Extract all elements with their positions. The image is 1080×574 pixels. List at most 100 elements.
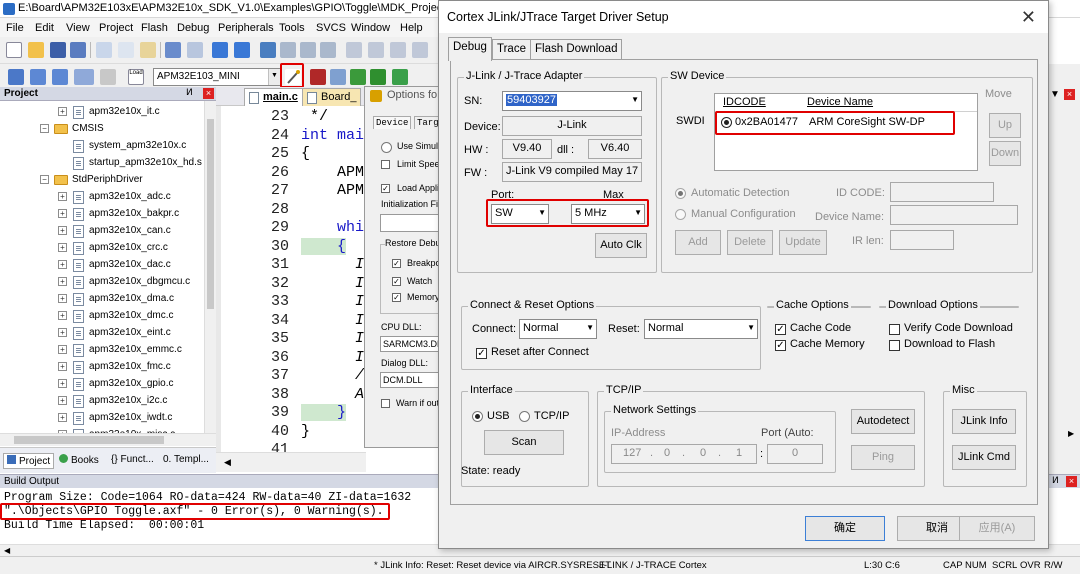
sn-select[interactable]: 59403927 ▼ [502,91,642,111]
expand-icon[interactable]: + [58,192,67,201]
device-name-field[interactable] [890,205,1018,225]
expand-icon[interactable]: + [58,396,67,405]
autodetect-button[interactable]: Autodetect [851,409,915,434]
pin-icon[interactable]: ⵍ [1052,475,1059,486]
batch-build-icon[interactable] [74,69,94,85]
connect-select[interactable]: Normal ▼ [519,319,597,339]
breakpoints-checkbox[interactable]: ✓ [392,259,401,268]
close-icon[interactable]: × [1064,89,1075,100]
collapse-icon[interactable]: − [40,124,49,133]
expand-icon[interactable]: + [58,311,67,320]
expand-icon[interactable]: + [58,345,67,354]
code-line[interactable]: I [301,293,364,310]
tree-item[interactable]: + apm32e10x_bakpr.c [0,206,204,223]
manual-config-radio[interactable] [675,209,686,220]
close-icon[interactable]: ✕ [1021,7,1036,28]
menu-window[interactable]: Window [351,22,390,34]
sw-device-select-radio[interactable] [721,117,732,128]
chevron-down-icon[interactable]: ▼ [1050,89,1060,100]
menu-flash[interactable]: Flash [141,22,168,34]
pack-installer-icon[interactable] [370,69,386,85]
tree-item[interactable]: + apm32e10x_dbgmcu.c [0,274,204,291]
expand-icon[interactable]: + [58,294,67,303]
code-line[interactable]: A [301,386,364,403]
options-for-target-icon[interactable] [285,69,301,85]
tree-item[interactable]: − CMSIS [0,121,204,138]
code-line[interactable]: { [301,145,310,162]
tree-item[interactable]: + apm32e10x_eint.c [0,325,204,342]
tab-debug[interactable]: Debug [448,37,492,61]
open-folder-icon[interactable] [28,42,44,58]
redo-icon[interactable] [187,42,203,58]
load-app-checkbox[interactable]: ✓ [381,184,390,193]
menu-debug[interactable]: Debug [177,22,209,34]
max-clock-select[interactable]: 5 MHz ▼ [571,204,645,224]
scroll-thumb[interactable] [14,436,164,444]
scan-button[interactable]: Scan [484,430,564,455]
expand-icon[interactable]: + [58,328,67,337]
auto-clk-button[interactable]: Auto Clk [595,233,647,258]
tree-item[interactable]: + apm32e10x_gpio.c [0,376,204,393]
tree-item[interactable]: + apm32e10x_can.c [0,223,204,240]
jlink-cmd-button[interactable]: JLink Cmd [952,445,1016,470]
add-button[interactable]: Add [675,230,721,255]
menu-svcs[interactable]: SVCS [316,22,346,34]
tree-item[interactable]: + apm32e10x_fmc.c [0,359,204,376]
new-file-icon[interactable] [6,42,22,58]
editor-hscrollbar[interactable]: ◀ [216,452,366,472]
code-line[interactable]: I [301,330,364,347]
tab-functions[interactable]: {} Funct... [108,453,157,469]
expand-icon[interactable]: + [58,413,67,422]
tcp-port-field[interactable]: 0 [767,444,823,464]
menu-tools[interactable]: Tools [279,22,305,34]
code-line[interactable]: */ [301,108,328,125]
uncomment-icon[interactable] [412,42,428,58]
tree-item[interactable]: − StdPeriphDriver [0,172,204,189]
collapse-icon[interactable]: − [40,175,49,184]
cpu-dll-input[interactable]: SARMCM3.DL [380,336,440,352]
code-line[interactable]: I [301,349,364,366]
copy-icon[interactable] [118,42,134,58]
tab-trace[interactable]: Trace [492,39,531,60]
pin-icon[interactable]: ⵍ [186,87,193,98]
tree-item[interactable]: + apm32e10x_dac.c [0,257,204,274]
tab-device[interactable]: Device [373,116,412,129]
watch-checkbox[interactable]: ✓ [392,277,401,286]
next-bookmark-icon[interactable] [300,42,316,58]
code-line[interactable]: I [301,256,364,273]
tree-item[interactable]: + apm32e10x_adc.c [0,189,204,206]
cache-code-checkbox[interactable]: ✓ [775,324,786,335]
update-button[interactable]: Update [779,230,827,255]
code-line[interactable]: APM [301,182,364,199]
nav-forward-icon[interactable] [234,42,250,58]
tcpip-radio[interactable] [519,411,530,422]
port-select[interactable]: SW ▼ [491,204,549,224]
close-icon[interactable]: × [203,88,214,99]
reset-select[interactable]: Normal ▼ [644,319,758,339]
limit-speed-checkbox[interactable] [381,160,390,169]
indent-icon[interactable] [346,42,362,58]
tab-board[interactable]: Board_ [302,88,362,106]
code-line[interactable]: { [301,237,347,255]
usb-radio[interactable] [472,411,483,422]
code-line[interactable]: / [301,367,364,384]
ping-button[interactable]: Ping [851,445,915,470]
code-line[interactable]: } [301,423,310,440]
menu-file[interactable]: File [6,22,24,34]
sw-device-list[interactable]: IDCODE Device Name 0x2BA01477 ARM CoreSig… [714,93,978,171]
code-line[interactable]: int mai [301,127,364,144]
clear-bookmarks-icon[interactable] [320,42,336,58]
menu-edit[interactable]: Edit [35,22,54,34]
code-line[interactable]: APM [301,164,364,181]
chevron-left-icon[interactable]: ◀ [4,546,10,555]
tab-templates[interactable]: 0. Templ... [160,453,212,469]
menu-view[interactable]: View [66,22,90,34]
jlink-info-button[interactable]: JLink Info [952,409,1016,434]
file-extensions-icon[interactable] [330,69,346,85]
tree-item[interactable]: + apm32e10x_dma.c [0,291,204,308]
id-code-field[interactable] [890,182,994,202]
menu-project[interactable]: Project [99,22,133,34]
save-icon[interactable] [50,42,66,58]
expand-icon[interactable]: + [58,260,67,269]
comment-icon[interactable] [390,42,406,58]
